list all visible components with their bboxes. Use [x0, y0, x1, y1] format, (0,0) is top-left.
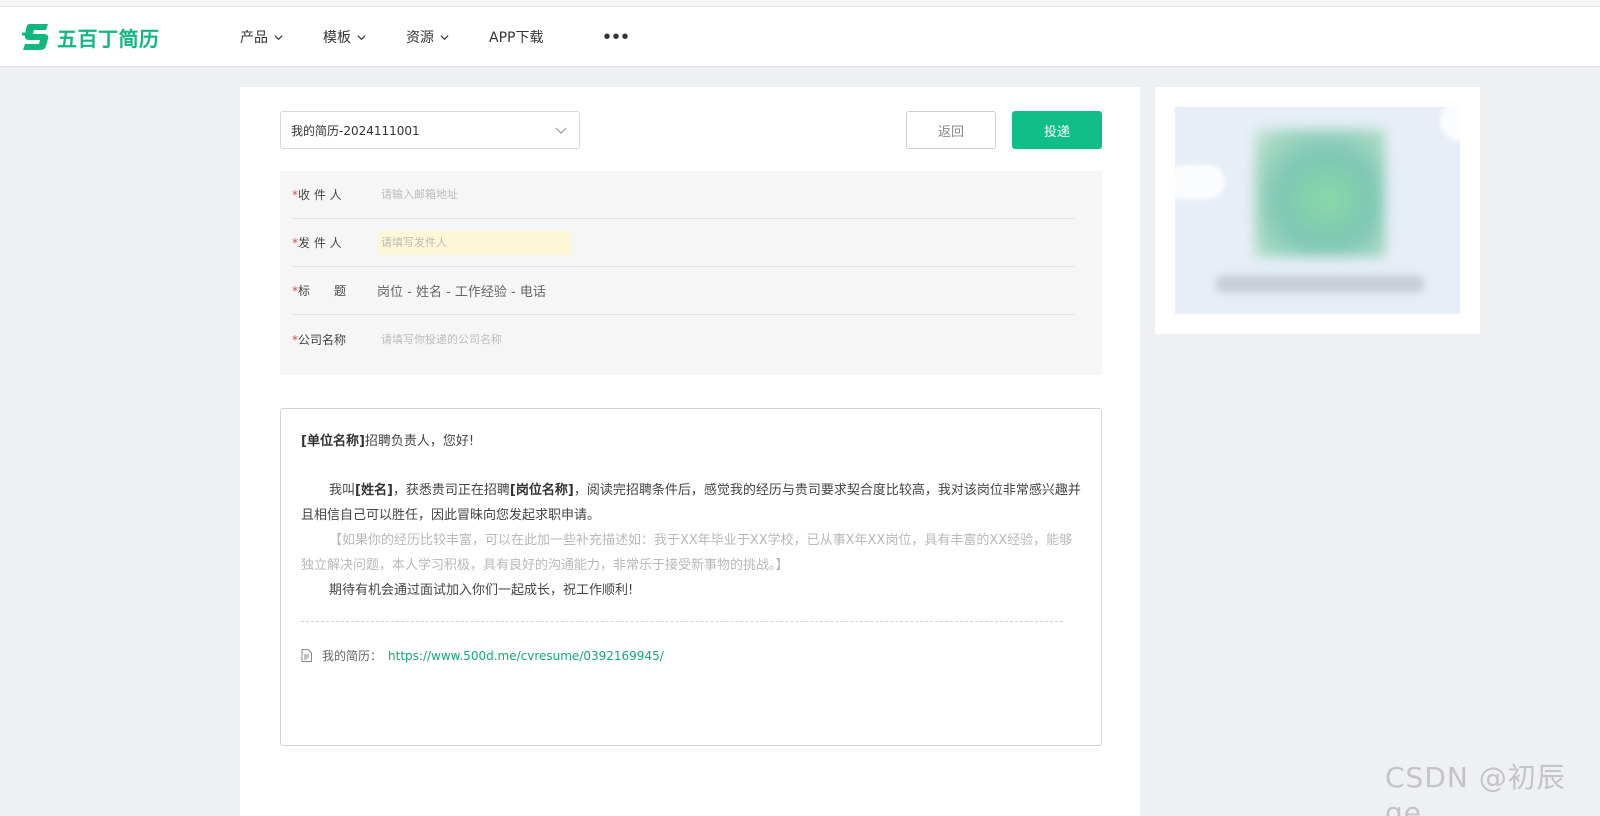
logo-mark-icon	[22, 24, 49, 50]
nav-item-label: 资源	[406, 30, 434, 46]
back-button[interactable]: 返回	[906, 111, 996, 149]
cloud-decoration	[1440, 107, 1460, 141]
nav-item-label: 产品	[240, 30, 268, 46]
nav-item-templates[interactable]: 模板	[323, 27, 366, 47]
resume-select-value: 我的简历-2024111001	[291, 123, 420, 138]
resume-link-label: 我的简历：	[322, 649, 383, 663]
subject-value[interactable]: 岗位 - 姓名 - 工作经验 - 电话	[377, 281, 546, 300]
letter-paragraph-closing: 期待有机会通过面试加入你们一起成长，祝工作顺利!	[329, 583, 634, 598]
chevron-down-icon	[440, 34, 449, 40]
document-icon	[301, 649, 312, 662]
page-scrollbar[interactable]	[1588, 67, 1600, 816]
letter-paragraph-intro: 我叫[姓名]，获悉贵司正在招聘[岗位名称]，阅读完招聘条件后，感觉我的经历与贵司…	[301, 483, 1081, 523]
subject-row: *标 题 岗位 - 姓名 - 工作经验 - 电话	[292, 267, 1074, 315]
watermark-text: CSDN @初辰ge	[1385, 761, 1566, 816]
company-input[interactable]	[377, 327, 937, 351]
sender-input[interactable]	[377, 230, 572, 255]
top-strip	[0, 0, 1600, 7]
nav-item-label: APP下载	[489, 30, 544, 46]
subject-label: *标 题	[292, 284, 347, 298]
nav-item-resources[interactable]: 资源	[406, 27, 449, 47]
chevron-down-icon	[555, 127, 567, 134]
letter-greeting: [单位名称]招聘负责人，您好!	[301, 434, 475, 449]
promo-qr-image	[1175, 107, 1460, 314]
send-button[interactable]: 投递	[1012, 111, 1102, 149]
brand-logo[interactable]: 五百丁简历	[20, 21, 160, 53]
nav-item-label: 模板	[323, 30, 351, 46]
more-menu-icon[interactable]: •••	[603, 27, 630, 47]
qr-code	[1255, 129, 1385, 257]
recipient-row: *收 件 人	[292, 171, 1074, 219]
chevron-down-icon	[274, 34, 283, 40]
letter-divider	[301, 621, 1063, 622]
resume-link-row: 我的简历： https://www.500d.me/cvresume/03921…	[301, 647, 1081, 664]
letter-paragraph-hint: 【如果你的经历比较丰富，可以在此加一些补充描述如：我于XX年毕业于XX学校，已从…	[301, 533, 1073, 573]
brand-name: 五百丁简历	[57, 26, 160, 51]
site-header: 五百丁简历 产品 模板 资源 APP下载 •••	[0, 7, 1600, 67]
chevron-down-icon	[357, 34, 366, 40]
main-nav: 产品 模板 资源 APP下载 •••	[240, 7, 630, 67]
email-form: *收 件 人 *发 件 人 *标 题 岗位 - 姓名 - 工作经验 - 电话 *…	[280, 171, 1102, 375]
nav-item-app-download[interactable]: APP下载	[489, 27, 543, 47]
recipient-input[interactable]	[377, 182, 937, 207]
sender-row: *发 件 人	[292, 219, 1074, 267]
side-promo-card	[1155, 87, 1480, 334]
recipient-label: *收 件 人	[292, 188, 342, 202]
qr-caption-blurred	[1215, 275, 1425, 293]
cover-letter-editor[interactable]: [单位名称]招聘负责人，您好! 我叫[姓名]，获悉贵司正在招聘[岗位名称]，阅读…	[280, 408, 1102, 746]
sender-label: *发 件 人	[292, 236, 342, 250]
resume-select[interactable]: 我的简历-2024111001	[280, 111, 580, 149]
nav-item-products[interactable]: 产品	[240, 27, 283, 47]
resume-link[interactable]: https://www.500d.me/cvresume/0392169945/	[388, 649, 664, 663]
delivery-panel: 我的简历-2024111001 返回 投递 *收 件 人 *发 件 人 *标 题…	[240, 87, 1140, 816]
cloud-decoration	[1175, 165, 1225, 199]
company-label: *公司名称	[292, 332, 347, 347]
company-row: *公司名称	[292, 315, 1074, 363]
